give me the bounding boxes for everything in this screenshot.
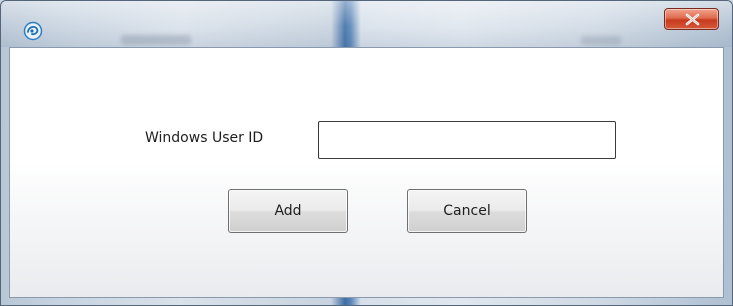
title-bar[interactable] <box>1 1 732 47</box>
app-swirl-icon[interactable] <box>23 21 43 41</box>
close-x-icon <box>685 13 700 26</box>
background-blur <box>581 36 621 45</box>
close-button[interactable] <box>664 8 719 30</box>
user-id-input[interactable] <box>318 121 616 159</box>
user-id-label: Windows User ID <box>145 130 264 146</box>
dialog-body: Windows User ID Add Cancel <box>9 47 724 298</box>
add-button[interactable]: Add <box>228 189 348 233</box>
background-blur <box>121 35 191 45</box>
cancel-button[interactable]: Cancel <box>407 189 527 233</box>
add-user-dialog: Windows User ID Add Cancel <box>0 0 733 306</box>
